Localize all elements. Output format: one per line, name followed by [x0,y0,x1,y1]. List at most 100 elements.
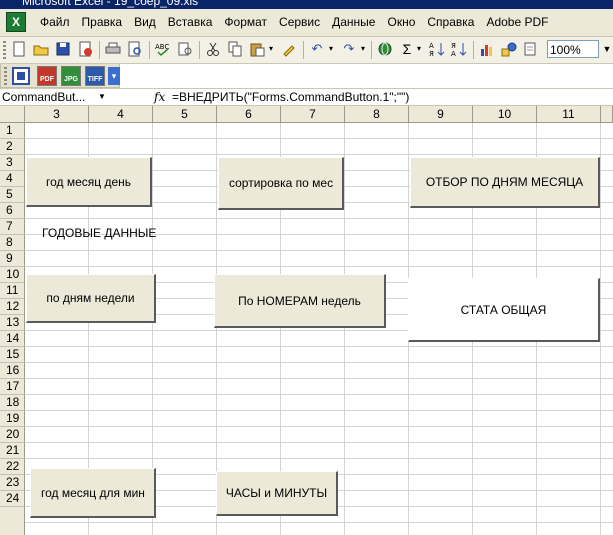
menu-help[interactable]: Справка [421,9,480,36]
toolbar-separator [149,41,150,59]
row-header[interactable]: 6 [0,203,25,219]
row-header[interactable]: 12 [0,299,25,315]
spelling-icon[interactable]: ABC [154,40,172,58]
general-stats-button[interactable]: СТАТА ОБЩАЯ [408,278,600,342]
cut-icon[interactable] [204,40,222,58]
row-header[interactable]: 9 [0,251,25,267]
row-header[interactable]: 8 [0,235,25,251]
zoom-icon[interactable] [522,40,540,58]
sort-by-month-button[interactable]: сортировка по мес [218,157,344,210]
sort-descending-icon[interactable]: ЯA [450,40,468,58]
new-file-icon[interactable] [10,40,28,58]
chevron-down-icon[interactable]: ▾ [266,40,276,58]
formula-input[interactable]: =ВНЕДРИТЬ("Forms.CommandButton.1";"") [172,89,409,105]
open-folder-icon[interactable] [32,40,50,58]
menu-file[interactable]: Файл [34,9,76,36]
name-box[interactable]: CommandBut... [0,89,110,105]
row-header[interactable]: 19 [0,411,25,427]
chevron-down-icon[interactable]: ▼ [601,40,613,58]
chevron-down-icon[interactable]: ▾ [414,40,424,58]
row-header[interactable]: 17 [0,379,25,395]
paste-icon[interactable] [248,40,266,58]
window-title: Microsoft Excel - 19_сбер_09.xls [22,0,199,8]
row-header[interactable]: 2 [0,139,25,155]
menu-window[interactable]: Окно [381,9,421,36]
row-header[interactable]: 21 [0,443,25,459]
pdf-icon[interactable]: PDF [37,66,57,86]
column-header[interactable]: 3 [25,106,89,123]
row-header[interactable]: 3 [0,155,25,171]
row-header[interactable]: 24 [0,491,25,507]
redo-icon[interactable]: ↷ [340,40,358,58]
zoom-combo[interactable]: 100% [547,40,599,58]
row-header[interactable]: 20 [0,427,25,443]
column-header[interactable]: 10 [473,106,537,123]
by-weekdays-button[interactable]: по дням недели [26,274,156,323]
year-month-for-min-button[interactable]: год месяц для мин [30,468,156,518]
svg-text:Я: Я [429,50,434,58]
toolbar-grip[interactable] [3,41,6,59]
sort-ascending-icon[interactable]: AЯ [428,40,446,58]
row-header[interactable]: 22 [0,459,25,475]
column-header[interactable]: 11 [537,106,601,123]
year-month-day-button[interactable]: год месяц день [26,157,152,207]
row-header[interactable]: 7 [0,219,25,235]
print-icon[interactable] [104,40,122,58]
permission-icon[interactable] [76,40,94,58]
research-icon[interactable] [176,40,194,58]
column-header-partial[interactable] [601,106,613,123]
menu-view[interactable]: Вид [128,9,162,36]
row-header[interactable]: 15 [0,347,25,363]
column-header[interactable]: 7 [281,106,345,123]
excel-app-icon[interactable]: X [6,12,26,32]
row-header[interactable]: 13 [0,315,25,331]
menu-insert[interactable]: Вставка [162,9,219,36]
row-header[interactable]: 23 [0,475,25,491]
chevron-down-icon[interactable]: ▾ [108,67,120,85]
format-painter-icon[interactable] [280,40,298,58]
row-header[interactable]: 1 [0,123,25,139]
hours-and-minutes-button[interactable]: ЧАСЫ и МИНУТЫ [216,471,338,516]
toolbar-separator [199,41,200,59]
chevron-down-icon[interactable]: ▾ [326,40,336,58]
column-header[interactable]: 4 [89,106,153,123]
row-header[interactable]: 18 [0,395,25,411]
row-header[interactable]: 10 [0,267,25,283]
convert-to-pdf-icon[interactable] [11,66,30,85]
column-header[interactable]: 5 [153,106,217,123]
column-header[interactable]: 6 [217,106,281,123]
menu-tools[interactable]: Сервис [273,9,326,36]
chart-wizard-icon[interactable] [478,40,496,58]
row-header[interactable]: 5 [0,187,25,203]
select-all-corner[interactable] [0,106,25,123]
chevron-down-icon[interactable]: ▼ [96,89,108,105]
undo-icon[interactable]: ↶ [308,40,326,58]
column-header[interactable]: 9 [409,106,473,123]
drawing-icon[interactable] [500,40,518,58]
menu-data[interactable]: Данные [326,9,381,36]
by-week-numbers-button[interactable]: По НОМЕРАМ недель [214,274,386,328]
svg-text:A: A [451,50,456,58]
print-preview-icon[interactable] [126,40,144,58]
row-header[interactable]: 16 [0,363,25,379]
save-icon[interactable] [54,40,72,58]
menu-format[interactable]: Формат [218,9,273,36]
standard-toolbar: ABC ▾ ↶ ▾ ↷ ▾ Σ ▾ AЯ ЯA 100% ▼ [0,37,613,64]
column-header[interactable]: 8 [345,106,409,123]
fx-icon[interactable]: fx [154,89,165,105]
menu-bar: X Файл Правка Вид Вставка Формат Сервис … [0,9,613,37]
chevron-down-icon[interactable]: ▾ [358,40,368,58]
row-header[interactable]: 4 [0,171,25,187]
toolbar-grip[interactable] [4,67,7,85]
toolbar-separator [303,41,304,59]
menu-adobe-pdf[interactable]: Adobe PDF [480,9,554,36]
copy-icon[interactable] [226,40,244,58]
menu-edit[interactable]: Правка [76,9,129,36]
toolbar-separator [371,41,372,59]
jpg-icon[interactable]: JPG [61,66,81,86]
hyperlink-globe-icon[interactable] [376,40,394,58]
filter-by-month-days-button[interactable]: ОТБОР ПО ДНЯМ МЕСЯЦА [410,157,600,208]
row-header[interactable]: 11 [0,283,25,299]
row-header[interactable]: 14 [0,331,25,347]
tiff-icon[interactable]: TIFF [85,66,105,86]
